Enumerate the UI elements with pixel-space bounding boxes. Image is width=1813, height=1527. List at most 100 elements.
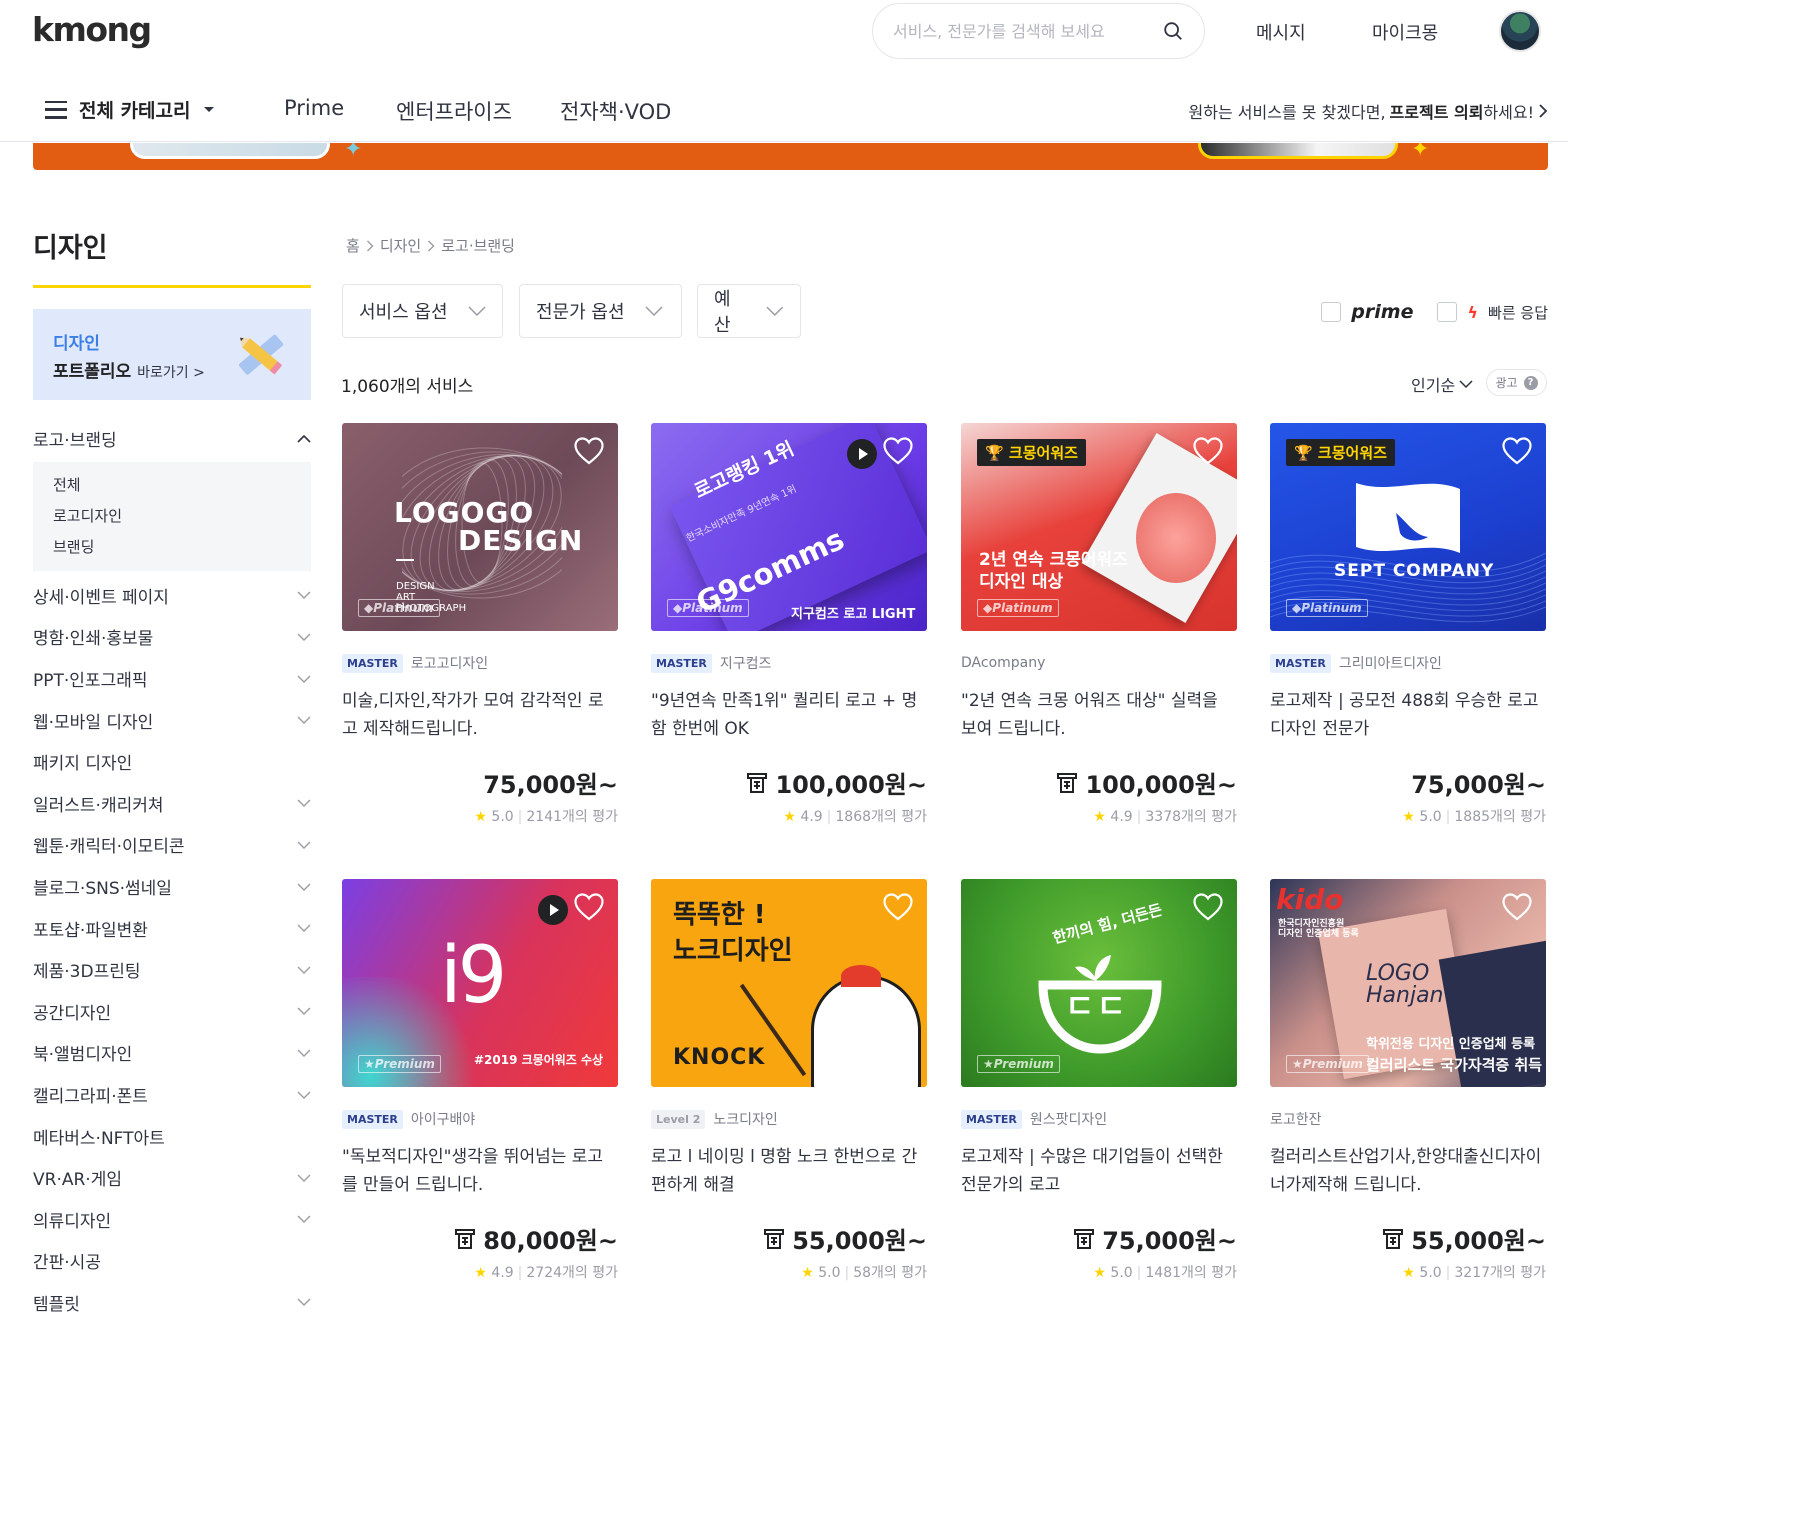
project-request-link[interactable]: 원하는 서비스를 못 찾겠다면, 프로젝트 의뢰 하세요! bbox=[1189, 99, 1548, 123]
sidebar-item[interactable]: 일러스트·캐리커쳐 bbox=[33, 783, 311, 825]
sidebar-item[interactable]: 북·앨범디자인 bbox=[33, 1032, 311, 1074]
play-icon[interactable] bbox=[847, 439, 877, 469]
service-title[interactable]: "2년 연속 크몽 어워즈 대상" 실력을 보여 드립니다. bbox=[961, 687, 1237, 743]
service-thumbnail[interactable]: 2년 연속 크몽어워즈 디자인 대상 🏆 크몽어워즈 ◆Platinum bbox=[961, 423, 1237, 631]
kmong-logo[interactable]: kmong bbox=[32, 10, 152, 49]
seller-info[interactable]: Level 2 노크디자인 bbox=[651, 1109, 927, 1129]
portfolio-shortcut[interactable]: 디자인 포트폴리오 바로가기 > bbox=[33, 309, 311, 400]
heart-icon[interactable] bbox=[883, 893, 913, 921]
service-title[interactable]: 로고 l 네이밍 l 명함 노크 한번으로 간편하게 해결 bbox=[651, 1143, 927, 1199]
seller-info[interactable]: MASTER 지구컴즈 bbox=[651, 653, 927, 673]
breadcrumb-design[interactable]: 디자인 bbox=[380, 235, 421, 256]
star-icon: ★ bbox=[364, 1057, 375, 1071]
nav-enterprise[interactable]: 엔터프라이즈 bbox=[396, 96, 512, 126]
seller-info[interactable]: MASTER 원스팟디자인 bbox=[961, 1109, 1237, 1129]
service-card[interactable]: LOGOGO DESIGN DESIGN ART PHOTOGRAPH ◆Platin… bbox=[342, 423, 618, 826]
subcategory-all[interactable]: 전체 bbox=[53, 470, 291, 501]
service-card[interactable]: kido 한국디자인진흥원 디자인 인증업체 등록 LOGO Hanjan 학위전… bbox=[1270, 879, 1546, 1282]
payment-icon bbox=[1057, 772, 1078, 793]
expert-option-filter[interactable]: 전문가 옵션 bbox=[519, 284, 682, 338]
sidebar-item[interactable]: 웹·모바일 디자인 bbox=[33, 699, 311, 741]
sidebar-item[interactable]: 공간디자인 bbox=[33, 991, 311, 1033]
sidebar-item[interactable]: VR·AR·게임 bbox=[33, 1157, 311, 1199]
star-icon: ★ bbox=[474, 1265, 487, 1281]
sort-dropdown[interactable]: 인기순 bbox=[1411, 372, 1473, 396]
sidebar-item[interactable]: 포토샵·파일변환 bbox=[33, 907, 311, 949]
nav-ebook-vod[interactable]: 전자책·VOD bbox=[560, 96, 671, 126]
seller-info[interactable]: MASTER 로고고디자인 bbox=[342, 653, 618, 673]
search-input[interactable] bbox=[893, 21, 1162, 41]
service-title[interactable]: "9년연속 만족1위" 퀄리티 로고 + 명함 한번에 OK bbox=[651, 687, 927, 743]
service-card[interactable]: SEPT COMPANY 🏆 크몽어워즈 ◆Platinum MASTER 그리미… bbox=[1270, 423, 1546, 826]
play-icon[interactable] bbox=[538, 895, 568, 925]
heart-icon[interactable] bbox=[883, 437, 913, 465]
service-card[interactable]: 한끼의 힘, 더든든 ㄷㄷ ★Premium MASTER 원스팟디자인 로고제작… bbox=[961, 879, 1237, 1282]
budget-filter[interactable]: 예산 bbox=[697, 284, 801, 338]
search-icon[interactable] bbox=[1162, 20, 1184, 42]
subcategory-logo-design[interactable]: 로고디자인 bbox=[53, 501, 291, 532]
heart-icon[interactable] bbox=[1502, 437, 1532, 465]
pencil-ruler-icon bbox=[239, 334, 284, 375]
all-categories-button[interactable]: 전체 카테고리 bbox=[45, 96, 215, 123]
service-thumbnail[interactable]: LOGOGO DESIGN DESIGN ART PHOTOGRAPH ◆Platin… bbox=[342, 423, 618, 631]
sidebar-item[interactable]: 의류디자인 bbox=[33, 1199, 311, 1241]
service-title[interactable]: "독보적디자인"생각을 뛰어넘는 로고를 만들어 드립니다. bbox=[342, 1143, 618, 1199]
prime-checkbox[interactable] bbox=[1321, 302, 1342, 322]
service-thumbnail[interactable]: 똑똑한 ! 노크디자인 KNOCK bbox=[651, 879, 927, 1087]
star-icon: ★ bbox=[1402, 1265, 1415, 1281]
seller-info[interactable]: MASTER 아이구배야 bbox=[342, 1109, 618, 1129]
chevron-down-icon bbox=[297, 591, 311, 600]
service-thumbnail[interactable]: i9 #2019 크몽어워즈 수상 ★Premium bbox=[342, 879, 618, 1087]
service-card[interactable]: 2년 연속 크몽어워즈 디자인 대상 🏆 크몽어워즈 ◆Platinum DAco… bbox=[961, 423, 1237, 826]
sidebar-item[interactable]: 웹툰·캐릭터·이모티콘 bbox=[33, 824, 311, 866]
sidebar-item[interactable]: 메타버스·NFT아트 bbox=[33, 1115, 311, 1157]
sidebar-item-logo-branding[interactable]: 로고·브랜딩 bbox=[33, 418, 311, 460]
seller-info[interactable]: DAcompany bbox=[961, 653, 1237, 673]
service-card[interactable]: 로고랭킹 1위 한국소비자만족 9년연속 1위 G9comms 지구컴즈 로고 … bbox=[651, 423, 927, 826]
service-rating: ★ 4.9 | 2724개의 평가 bbox=[474, 1265, 618, 1281]
heart-icon[interactable] bbox=[574, 437, 604, 465]
service-title[interactable]: 미술,디자인,작가가 모여 감각적인 로고 제작해드립니다. bbox=[342, 687, 618, 743]
my-kmong-link[interactable]: 마이크몽 bbox=[1372, 19, 1438, 45]
service-rating: ★ 5.0 | 2141개의 평가 bbox=[474, 809, 618, 825]
service-title[interactable]: 로고제작 | 공모전 488회 우승한 로고디자인 전문가 bbox=[1270, 687, 1546, 743]
seller-info[interactable]: MASTER 그리미아트디자인 bbox=[1270, 653, 1546, 673]
heart-icon[interactable] bbox=[1193, 893, 1223, 921]
avatar[interactable] bbox=[1499, 10, 1541, 52]
promo-banner[interactable]: ✦ ✦ bbox=[33, 143, 1548, 170]
service-card[interactable]: 똑똑한 ! 노크디자인 KNOCK Level 2 노크디자인 로고 l 네이밍 l… bbox=[651, 879, 927, 1282]
sidebar-item[interactable]: 상세·이벤트 페이지 bbox=[33, 575, 311, 617]
service-thumbnail[interactable]: kido 한국디자인진흥원 디자인 인증업체 등록 LOGO Hanjan 학위전… bbox=[1270, 879, 1546, 1087]
sidebar-item[interactable]: 간판·시공 bbox=[33, 1240, 311, 1282]
heart-icon[interactable] bbox=[1502, 893, 1532, 921]
service-title[interactable]: 컬러리스트산업기사,한양대출신디자이너가제작해 드립니다. bbox=[1270, 1143, 1546, 1199]
subcategory-branding[interactable]: 브랜딩 bbox=[53, 532, 291, 563]
search-box[interactable] bbox=[872, 3, 1205, 59]
sidebar-item[interactable]: 블로그·SNS·썸네일 bbox=[33, 866, 311, 908]
breadcrumb-logo-branding[interactable]: 로고·브랜딩 bbox=[441, 235, 515, 256]
ad-badge[interactable]: 광고? bbox=[1486, 369, 1547, 396]
service-thumbnail[interactable]: SEPT COMPANY 🏆 크몽어워즈 ◆Platinum bbox=[1270, 423, 1546, 631]
service-thumbnail[interactable]: 한끼의 힘, 더든든 ㄷㄷ ★Premium bbox=[961, 879, 1237, 1087]
sidebar-item[interactable]: 명함·인쇄·홍보물 bbox=[33, 616, 311, 658]
sidebar-item[interactable]: 패키지 디자인 bbox=[33, 741, 311, 783]
sidebar-item[interactable]: 캘리그라피·폰트 bbox=[33, 1074, 311, 1116]
tier-badge: ★Premium bbox=[1286, 1055, 1369, 1073]
star-icon: ★ bbox=[783, 809, 796, 825]
messages-link[interactable]: 메시지 bbox=[1256, 19, 1306, 45]
sidebar-item[interactable]: PPT·인포그래픽 bbox=[33, 658, 311, 700]
sidebar-item[interactable]: 제품·3D프린팅 bbox=[33, 949, 311, 991]
chevron-right-icon bbox=[1539, 104, 1548, 118]
service-card[interactable]: i9 #2019 크몽어워즈 수상 ★Premium MASTER 아이구배야 "… bbox=[342, 879, 618, 1282]
heart-icon[interactable] bbox=[574, 893, 604, 921]
sidebar-item[interactable]: 템플릿 bbox=[33, 1282, 311, 1324]
service-thumbnail[interactable]: 로고랭킹 1위 한국소비자만족 9년연속 1위 G9comms 지구컴즈 로고 … bbox=[651, 423, 927, 631]
heart-icon[interactable] bbox=[1193, 437, 1223, 465]
service-count: 1,060개의 서비스 bbox=[341, 377, 474, 397]
fast-response-checkbox[interactable] bbox=[1437, 302, 1458, 322]
nav-prime[interactable]: Prime bbox=[284, 96, 344, 120]
service-option-filter[interactable]: 서비스 옵션 bbox=[342, 284, 503, 338]
breadcrumb-home[interactable]: 홈 bbox=[346, 235, 360, 256]
seller-info[interactable]: 로고한잔 bbox=[1270, 1109, 1546, 1129]
service-title[interactable]: 로고제작 | 수많은 대기업들이 선택한 전문가의 로고 bbox=[961, 1143, 1237, 1199]
